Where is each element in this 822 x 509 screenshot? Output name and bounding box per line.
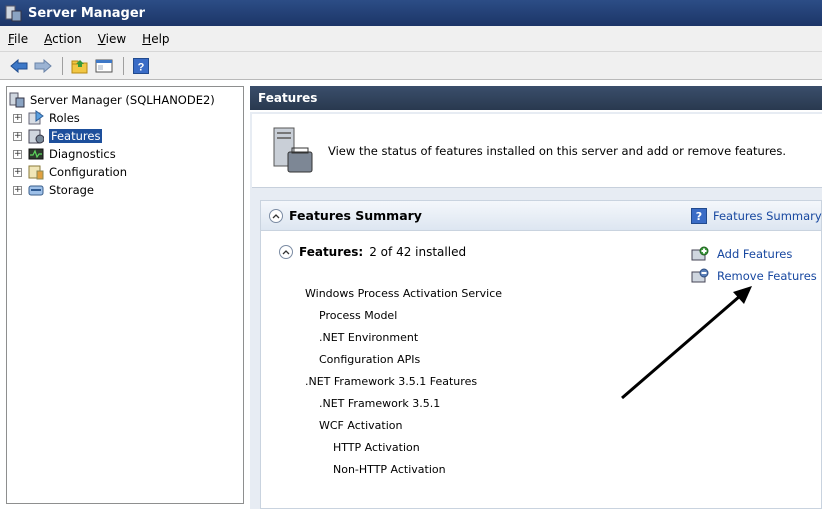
tree-root[interactable]: Server Manager (SQLHANODE2) [9,91,241,109]
console-tree-icon [95,59,113,72]
toolbar-separator [62,56,63,75]
list-item: HTTP Activation [333,441,420,454]
forward-arrow-icon [34,58,52,73]
intro-text: View the status of features installed on… [328,143,787,158]
features-label: Features: [299,245,364,259]
list-item: .NET Framework 3.5.1 [319,397,441,410]
menu-help[interactable]: Help [142,32,169,46]
tree-item-roles[interactable]: + Roles [13,109,241,127]
collapse-summary-button[interactable] [269,208,283,223]
features-count: 2 of 42 installed [369,245,467,259]
content-pane: Features View the status of features ins… [250,86,822,509]
remove-features-link[interactable]: Remove Features [691,265,822,287]
add-features-link[interactable]: Add Features [691,243,822,265]
server-manager-icon [4,4,22,22]
content-body: View the status of features installed on… [250,112,822,509]
expand-icon[interactable]: + [13,131,22,141]
back-button[interactable] [8,55,30,77]
expand-icon[interactable]: + [13,167,22,177]
list-item: .NET Framework 3.5.1 Features [305,375,478,388]
tree-item-features[interactable]: + Features [13,127,241,145]
menu-bar: File Action View Help [0,26,822,52]
expand-icon[interactable]: + [13,113,22,123]
menu-action[interactable]: Action [44,32,82,46]
installed-features-list: Windows Process Activation Service Proce… [305,283,685,481]
chevron-up-icon [282,250,290,255]
toolbar-separator [123,56,124,75]
server-features-icon [270,126,314,176]
forward-button[interactable] [32,55,54,77]
features-summary-help-link[interactable]: ? Features Summary [691,208,822,224]
features-summary-title: Features Summary [289,208,422,223]
chevron-up-icon [272,213,280,218]
features-summary-header: Features Summary ? Features Summary [261,201,822,231]
show-hide-tree-button[interactable] [93,55,115,77]
expand-icon[interactable]: + [13,185,22,195]
features-installed-block: Features: 2 of 42 installed [279,245,679,259]
roles-icon [28,110,44,126]
content-header: Features [250,86,822,110]
list-item: Non-HTTP Activation [333,463,446,476]
console-tree: Server Manager (SQLHANODE2) + Roles + Fe… [6,86,244,504]
help-icon: ? [691,208,707,224]
back-arrow-icon [10,58,28,73]
up-folder-button[interactable] [69,55,91,77]
menu-file[interactable]: File [8,32,28,46]
tree-item-storage[interactable]: + Storage [13,181,241,199]
configuration-icon [28,164,44,180]
list-item: Windows Process Activation Service [305,287,503,300]
intro-banner: View the status of features installed on… [252,114,822,188]
features-icon [28,128,45,144]
features-actions: Add Features Remove Features [691,243,822,287]
add-features-icon [691,246,709,262]
menu-view[interactable]: View [98,32,126,46]
help-icon: ? [133,57,149,74]
svg-text:?: ? [138,61,145,73]
list-item: .NET Environment [319,331,419,344]
list-item: Process Model [319,309,398,322]
toolbar: ? [0,52,822,80]
server-manager-icon [9,92,25,108]
tree-item-configuration[interactable]: + Configuration [13,163,241,181]
remove-features-icon [691,268,709,284]
title-bar: Server Manager [0,0,822,26]
collapse-features-button[interactable] [279,245,293,259]
features-summary-section: Features Summary ? Features Summary Feat… [260,200,822,509]
list-item: WCF Activation [319,419,403,432]
storage-icon [28,182,44,198]
list-item: Configuration APIs [319,353,421,366]
tree-item-diagnostics[interactable]: + Diagnostics [13,145,241,163]
window-title: Server Manager [28,5,146,21]
folder-up-icon [71,59,88,73]
expand-icon[interactable]: + [13,149,22,159]
help-button[interactable]: ? [130,55,152,77]
diagnostics-icon [28,146,44,162]
